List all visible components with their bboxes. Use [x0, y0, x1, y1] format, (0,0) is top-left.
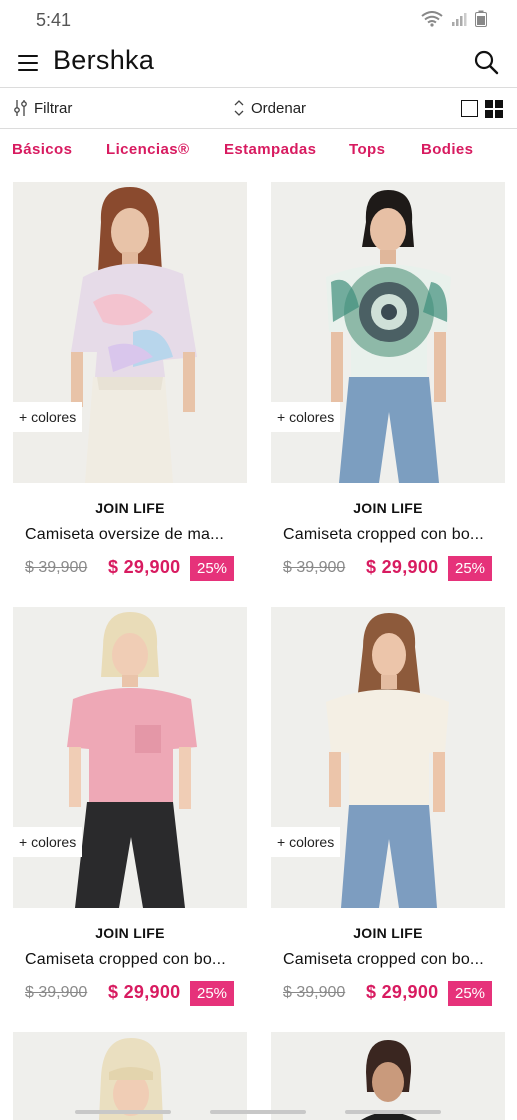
- original-price: $ 39,900: [25, 984, 88, 1001]
- product-image[interactable]: + colores: [271, 607, 505, 908]
- original-price: $ 39,900: [283, 559, 346, 576]
- toolbar: Filtrar Ordenar: [0, 89, 517, 129]
- sort-chevrons-icon: [234, 100, 244, 116]
- product-image[interactable]: + colores: [13, 607, 247, 908]
- original-price: $ 39,900: [25, 559, 88, 576]
- status-icons: [421, 10, 487, 27]
- product-card[interactable]: + colores JOIN LIFE Camiseta oversize de…: [13, 182, 247, 587]
- product-card[interactable]: + colores JOIN LIFE Camiseta cropped con…: [271, 182, 505, 587]
- sale-price: $ 29,900: [366, 982, 439, 1002]
- product-name[interactable]: Camiseta cropped con bo...: [283, 951, 495, 969]
- original-price: $ 39,900: [283, 984, 346, 1001]
- discount-badge: 25%: [448, 981, 492, 1006]
- category-estampadas[interactable]: Estampadas: [224, 141, 316, 158]
- category-basicos[interactable]: Básicos: [12, 141, 72, 158]
- nav-recents-indicator[interactable]: [345, 1110, 441, 1114]
- product-card[interactable]: + colores JOIN LIFE Camiseta cropped con…: [13, 607, 247, 1012]
- category-bodies[interactable]: Bodies: [421, 141, 473, 158]
- product-card[interactable]: [13, 1032, 247, 1120]
- sort-label: Ordenar: [251, 99, 307, 117]
- product-image[interactable]: [13, 1032, 247, 1120]
- category-tops[interactable]: Tops: [349, 141, 385, 158]
- sale-price: $ 29,900: [108, 982, 181, 1002]
- product-name[interactable]: Camiseta cropped con bo...: [283, 526, 495, 544]
- brand-logo[interactable]: Bershka: [53, 45, 154, 76]
- sale-price: $ 29,900: [108, 557, 181, 577]
- filter-label: Filtrar: [34, 99, 73, 117]
- product-collection-label: JOIN LIFE: [95, 500, 165, 516]
- nav-back-indicator[interactable]: [75, 1110, 171, 1114]
- single-view-icon[interactable]: [461, 100, 478, 117]
- nav-home-indicator[interactable]: [210, 1110, 306, 1114]
- menu-icon[interactable]: [16, 51, 40, 75]
- category-licencias[interactable]: Licencias®: [106, 141, 189, 158]
- product-collection-label: JOIN LIFE: [95, 925, 165, 941]
- app-bar: Bershka: [0, 40, 517, 88]
- product-image[interactable]: + colores: [13, 182, 247, 483]
- product-collection-label: JOIN LIFE: [353, 500, 423, 516]
- product-card[interactable]: [271, 1032, 505, 1120]
- signal-icon: [452, 12, 467, 26]
- more-colors-tag[interactable]: + colores: [13, 402, 83, 432]
- status-bar: 5:41: [0, 0, 517, 40]
- sort-button[interactable]: Ordenar: [233, 99, 306, 117]
- discount-badge: 25%: [190, 981, 234, 1006]
- discount-badge: 25%: [448, 556, 492, 581]
- product-image[interactable]: + colores: [271, 182, 505, 483]
- status-time: 5:41: [36, 10, 72, 30]
- product-collection-label: JOIN LIFE: [353, 925, 423, 941]
- product-image[interactable]: [271, 1032, 505, 1120]
- product-name[interactable]: Camiseta oversize de ma...: [25, 526, 237, 544]
- wifi-icon: [421, 10, 443, 27]
- discount-badge: 25%: [190, 556, 234, 581]
- battery-icon: [475, 10, 487, 27]
- product-name[interactable]: Camiseta cropped con bo...: [25, 951, 237, 969]
- more-colors-tag[interactable]: + colores: [271, 827, 341, 857]
- more-colors-tag[interactable]: + colores: [271, 402, 341, 432]
- filter-sliders-icon: [14, 100, 27, 116]
- more-colors-tag[interactable]: + colores: [13, 827, 83, 857]
- product-card[interactable]: + colores JOIN LIFE Camiseta cropped con…: [271, 607, 505, 1012]
- filter-button[interactable]: Filtrar: [14, 99, 72, 117]
- search-icon[interactable]: [473, 49, 499, 75]
- sale-price: $ 29,900: [366, 557, 439, 577]
- category-tabs: Básicos Licencias® Estampadas Tops Bodie…: [0, 130, 517, 172]
- grid-view-icon[interactable]: [485, 100, 503, 118]
